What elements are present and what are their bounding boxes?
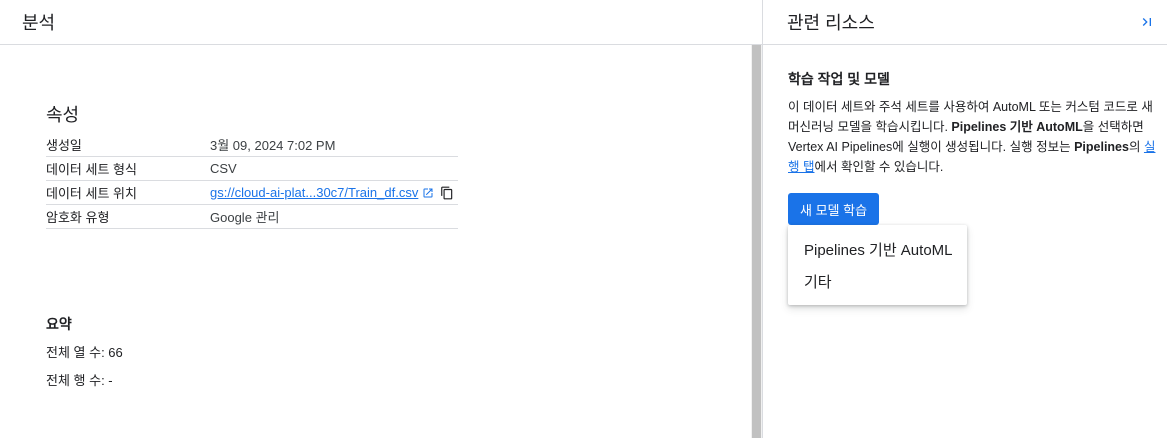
scrollbar[interactable] [751, 45, 762, 438]
analysis-pane: 분석 속성 생성일 3월 09, 2024 7:02 PM 데이터 세트 형식 … [0, 0, 762, 438]
analysis-title: 분석 [22, 13, 56, 33]
related-resources-header: 관련 리소스 [763, 0, 1167, 45]
property-row-encryption: 암호화 유형 Google 관리 [46, 205, 458, 229]
desc-bold: Pipelines [1074, 140, 1129, 154]
property-row-location: 데이터 세트 위치 gs://cloud-ai-plat...30c7/Trai… [46, 181, 458, 205]
open-in-new-icon[interactable] [422, 187, 434, 199]
properties-title: 속성 [46, 105, 80, 125]
property-row-format: 데이터 세트 형식 CSV [46, 157, 458, 181]
analysis-body: 속성 생성일 3월 09, 2024 7:02 PM 데이터 세트 형식 CSV… [0, 45, 751, 438]
property-key: 생성일 [46, 138, 82, 153]
property-value: 3월 09, 2024 7:02 PM [210, 138, 336, 153]
property-key: 데이터 세트 위치 [46, 186, 137, 201]
train-new-model-button[interactable]: 새 모델 학습 [788, 193, 880, 225]
menu-item-pipelines-automl[interactable]: Pipelines 기반 AutoML [788, 233, 967, 265]
property-value: CSV [210, 161, 237, 176]
copy-icon[interactable] [440, 186, 454, 200]
summary-title: 요약 [46, 316, 72, 332]
menu-item-other[interactable]: 기타 [788, 265, 967, 297]
related-resources-title: 관련 리소스 [787, 13, 875, 33]
analysis-header: 분석 [0, 0, 762, 45]
property-value: Google 관리 [210, 210, 280, 225]
summary-rows: 전체 행 수: - [46, 373, 113, 388]
summary-columns: 전체 열 수: 66 [46, 345, 123, 360]
property-row-created: 생성일 3월 09, 2024 7:02 PM [46, 133, 458, 157]
properties-table: 생성일 3월 09, 2024 7:02 PM 데이터 세트 형식 CSV 데이… [46, 133, 458, 229]
related-resources-pane: 관련 리소스 학습 작업 및 모델 이 데이터 세트와 주석 세트를 사용하여 … [762, 0, 1167, 438]
training-description: 이 데이터 세트와 주석 세트를 사용하여 AutoML 또는 커스텀 코드로 … [788, 97, 1158, 177]
property-value: gs://cloud-ai-plat...30c7/Train_df.csv [210, 185, 454, 200]
training-section-heading: 학습 작업 및 모델 [788, 71, 890, 87]
collapse-panel-button[interactable] [1137, 12, 1157, 32]
train-model-menu: Pipelines 기반 AutoML 기타 [788, 225, 967, 305]
desc-text: 의 [1128, 140, 1144, 154]
scrollbar-thumb[interactable] [752, 45, 761, 438]
property-key: 데이터 세트 형식 [46, 162, 137, 177]
last-page-icon [1142, 18, 1151, 26]
desc-bold: Pipelines 기반 AutoML [951, 120, 1083, 134]
desc-text: 에서 확인할 수 있습니다. [814, 160, 944, 174]
dataset-location-link[interactable]: gs://cloud-ai-plat...30c7/Train_df.csv [210, 185, 418, 200]
property-key: 암호화 유형 [46, 210, 110, 225]
